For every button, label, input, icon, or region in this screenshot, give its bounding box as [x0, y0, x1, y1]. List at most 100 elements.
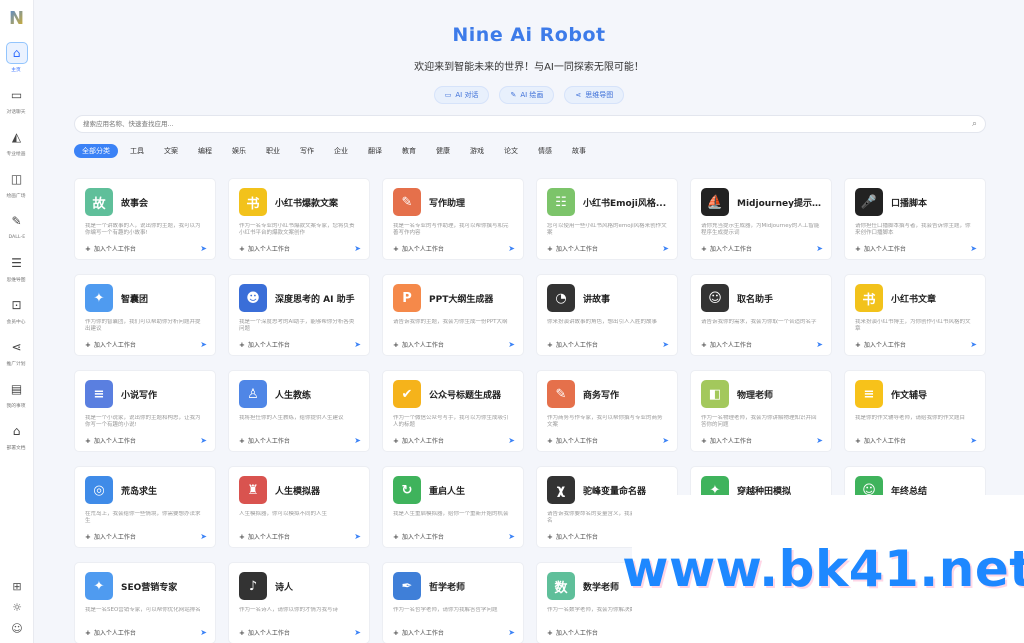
add-to-workspace-button[interactable]: +加入个人工作台: [393, 628, 444, 638]
app-card[interactable]: ✒ 哲学老师 作为一名哲学老师，请你为我解答哲学问题 + 加入个人工作台 ➤: [382, 562, 524, 643]
logo[interactable]: N: [5, 6, 29, 30]
send-icon[interactable]: ➤: [200, 532, 207, 541]
send-icon[interactable]: ➤: [508, 244, 515, 253]
app-card[interactable]: ✔ 公众号标题生成器 作为一个微信公众号写手，我可以为你生成吸引人的标题 + 加入个人工…: [382, 370, 524, 452]
send-icon[interactable]: ➤: [508, 436, 515, 445]
search-bar[interactable]: ⌕: [74, 115, 986, 133]
send-icon[interactable]: ➤: [970, 340, 977, 349]
add-to-workspace-button[interactable]: +加入个人工作台: [85, 532, 136, 542]
add-to-workspace-button[interactable]: +加入个人工作台: [239, 340, 290, 350]
send-icon[interactable]: ➤: [200, 628, 207, 637]
gift-icon[interactable]: ⊞: [12, 580, 21, 593]
add-to-workspace-button[interactable]: +加入个人工作台: [239, 436, 290, 446]
add-to-workspace-button[interactable]: +加入个人工作台: [855, 340, 906, 350]
quick-action-button[interactable]: ▭ AI 对话: [433, 86, 490, 104]
category-tab[interactable]: 全部分类: [74, 144, 118, 158]
add-to-workspace-button[interactable]: +加入个人工作台: [547, 436, 598, 446]
add-to-workspace-button[interactable]: +加入个人工作台: [701, 436, 752, 446]
add-to-workspace-button[interactable]: +加入个人工作台: [855, 244, 906, 254]
app-card[interactable]: ✦ 智囊团 作为你的智囊团，我们可以帮助你分析问题并提出建议 + 加入个人工作台 ➤: [74, 274, 216, 356]
send-icon[interactable]: ➤: [662, 340, 669, 349]
app-card[interactable]: ↻ 重启人生 我是人生重启模拟器，给你一个重新开始的机会 + 加入个人工作台 ➤: [382, 466, 524, 548]
category-tab[interactable]: 企业: [326, 144, 356, 158]
category-tab[interactable]: 文案: [156, 144, 186, 158]
sidebar-item[interactable]: ☰ 思维导图: [0, 252, 34, 294]
add-to-workspace-button[interactable]: +加入个人工作台: [547, 340, 598, 350]
add-to-workspace-button[interactable]: +加入个人工作台: [393, 340, 444, 350]
app-card[interactable]: 书小红书爆款文案 作为一名专业的小红书爆款文案专家，您将负责小红书平台的爆款文案创…: [228, 178, 370, 260]
add-to-workspace-button[interactable]: +加入个人工作台: [547, 628, 598, 638]
add-to-workspace-button[interactable]: +加入个人工作台: [85, 436, 136, 446]
app-card[interactable]: ◧ 物理老师 作为一名物理老师，我会为你讲解物理知识并回答你的问题 + 加入个人工作台 ➤: [690, 370, 832, 452]
add-to-workspace-button[interactable]: +加入个人工作台: [393, 532, 444, 542]
search-icon[interactable]: ⌕: [972, 119, 977, 129]
send-icon[interactable]: ➤: [816, 244, 823, 253]
add-to-workspace-button[interactable]: +加入个人工作台: [393, 244, 444, 254]
app-card[interactable]: 故故事会 我是一个讲故事的人，说出你的主题，我可以为你编写一个有趣的小故事! + 加入…: [74, 178, 216, 260]
app-card[interactable]: ♜ 人生模拟器 人生模拟器，你可以模拟不同的人生 + 加入个人工作台 ➤: [228, 466, 370, 548]
sidebar-item[interactable]: ▤ 我的事项: [0, 378, 34, 420]
add-to-workspace-button[interactable]: +加入个人工作台: [701, 244, 752, 254]
app-card[interactable]: P PPT大纲生成器 请告诉我你的主题，我会为你生成一份PPT大纲 + 加入个人工作台 ➤: [382, 274, 524, 356]
add-to-workspace-button[interactable]: +加入个人工作台: [239, 244, 290, 254]
app-card[interactable]: ≡ 小说写作 我是一个小说家，说出你的主题和构思，让我为你写一个有趣的小说! + 加入个…: [74, 370, 216, 452]
add-to-workspace-button[interactable]: +加入个人工作台: [701, 340, 752, 350]
app-card[interactable]: ♪ 诗人 作为一名诗人，请你以你的才情为我写诗 + 加入个人工作台 ➤: [228, 562, 370, 643]
category-tab[interactable]: 健康: [428, 144, 458, 158]
send-icon[interactable]: ➤: [354, 628, 361, 637]
category-tab[interactable]: 情感: [530, 144, 560, 158]
category-tab[interactable]: 游戏: [462, 144, 492, 158]
category-tab[interactable]: 编程: [190, 144, 220, 158]
quick-action-button[interactable]: ⋖ 思维导图: [564, 86, 625, 104]
app-card[interactable]: ✎ 写作助理 我是一名专业的写作助理，我可以帮你撰写和完善写作内容 + 加入个人工作台 ➤: [382, 178, 524, 260]
category-tab[interactable]: 翻译: [360, 144, 390, 158]
app-card[interactable]: ◔ 讲故事 你来扮演讲故事的角色，想出引人入胜的故事 + 加入个人工作台 ➤: [536, 274, 678, 356]
quick-action-button[interactable]: ✎ AI 绘画: [499, 86, 555, 104]
send-icon[interactable]: ➤: [816, 340, 823, 349]
search-input[interactable]: [83, 120, 972, 128]
add-to-workspace-button[interactable]: +加入个人工作台: [547, 532, 598, 542]
send-icon[interactable]: ➤: [200, 340, 207, 349]
send-icon[interactable]: ➤: [970, 244, 977, 253]
category-tab[interactable]: 工具: [122, 144, 152, 158]
send-icon[interactable]: ➤: [662, 436, 669, 445]
app-card[interactable]: ≡ 作文辅导 我是你的作文辅导老师，请给我你的作文题目 + 加入个人工作台 ➤: [844, 370, 986, 452]
add-to-workspace-button[interactable]: +加入个人工作台: [239, 628, 290, 638]
app-card[interactable]: ✎ 商务写作 作为商务写作专家，我可以帮你撰写专业的商务文案 + 加入个人工作台 ➤: [536, 370, 678, 452]
category-tab[interactable]: 故事: [564, 144, 594, 158]
sidebar-item[interactable]: ◭ 专业绘画: [0, 126, 34, 168]
sidebar-item[interactable]: ◫ 绘画广场: [0, 168, 34, 210]
add-to-workspace-button[interactable]: +加入个人工作台: [239, 532, 290, 542]
send-icon[interactable]: ➤: [354, 340, 361, 349]
sidebar-item[interactable]: ✎ DALL-E: [0, 210, 34, 252]
sidebar-item[interactable]: ⌂ 部署文档: [0, 420, 34, 462]
add-to-workspace-button[interactable]: +加入个人工作台: [547, 244, 598, 254]
send-icon[interactable]: ➤: [200, 244, 207, 253]
send-icon[interactable]: ➤: [970, 436, 977, 445]
sidebar-item[interactable]: ⌂ 主页: [0, 42, 34, 84]
add-to-workspace-button[interactable]: +加入个人工作台: [85, 244, 136, 254]
send-icon[interactable]: ➤: [508, 628, 515, 637]
send-icon[interactable]: ➤: [816, 436, 823, 445]
app-card[interactable]: ♙ 人生教练 我将担任你的人生教练，给你提供人生建议 + 加入个人工作台 ➤: [228, 370, 370, 452]
send-icon[interactable]: ➤: [508, 340, 515, 349]
user-icon[interactable]: ☺: [11, 622, 22, 635]
add-to-workspace-button[interactable]: +加入个人工作台: [855, 436, 906, 446]
send-icon[interactable]: ➤: [354, 244, 361, 253]
sidebar-item[interactable]: ⊡ 会员中心: [0, 294, 34, 336]
category-tab[interactable]: 娱乐: [224, 144, 254, 158]
app-card[interactable]: ✦ SEO营销专家 我是一名SEO营销专家，可以帮你优化网站排名 + 加入个人工作台 ➤: [74, 562, 216, 643]
send-icon[interactable]: ➤: [354, 532, 361, 541]
category-tab[interactable]: 教育: [394, 144, 424, 158]
app-card[interactable]: ⛵ Midjourney提示... 请你充当提示生成器，为Midjourney的人工…: [690, 178, 832, 260]
send-icon[interactable]: ➤: [508, 532, 515, 541]
sidebar-item[interactable]: ▭ 对话聊天: [0, 84, 34, 126]
app-card[interactable]: 🎤 口播脚本 请你担任口播脚本撰写者，我会告诉你主题，你来创作口播脚本 + 加入个人工作…: [844, 178, 986, 260]
send-icon[interactable]: ➤: [354, 436, 361, 445]
app-card[interactable]: ☻ 深度思考的 AI 助手 我是一个深度思考的AI助手，能够帮你分析各类问题 + 加入个…: [228, 274, 370, 356]
add-to-workspace-button[interactable]: +加入个人工作台: [85, 628, 136, 638]
send-icon[interactable]: ➤: [200, 436, 207, 445]
add-to-workspace-button[interactable]: +加入个人工作台: [85, 340, 136, 350]
app-card[interactable]: ☷ 小红书Emoji风格... 您可以使用一些小红书风格的emoji风格来创作文案 +…: [536, 178, 678, 260]
app-card[interactable]: ☺ 取名助手 请告诉我你的需求，我会为你取一个合适的名字 + 加入个人工作台 ➤: [690, 274, 832, 356]
